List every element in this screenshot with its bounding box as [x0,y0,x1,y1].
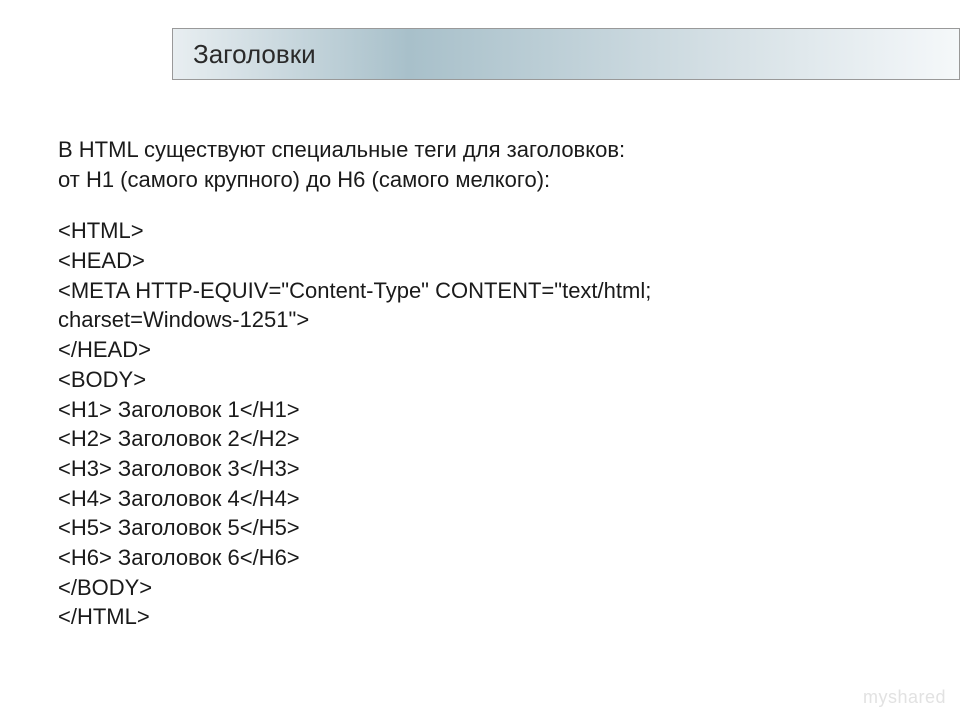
code-line-3: <META HTTP-EQUIV="Content-Type" CONTENT=… [58,276,920,306]
code-line-12: <H6> Заголовок 6</H6> [58,543,920,573]
watermark: myshared [863,687,946,708]
code-line-5: </HEAD> [58,335,920,365]
code-line-8: <H2> Заголовок 2</H2> [58,424,920,454]
code-line-13: </BODY> [58,573,920,603]
intro-line-1: В HTML существуют специальные теги для з… [58,135,920,165]
code-line-1: <HTML> [58,216,920,246]
code-line-4: charset=Windows-1251"> [58,305,920,335]
code-line-6: <BODY> [58,365,920,395]
code-line-2: <HEAD> [58,246,920,276]
slide-title: Заголовки [193,39,316,70]
code-line-10: <H4> Заголовок 4</H4> [58,484,920,514]
code-line-7: <H1> Заголовок 1</H1> [58,395,920,425]
code-line-11: <H5> Заголовок 5</H5> [58,513,920,543]
intro-line-2: от H1 (самого крупного) до H6 (самого ме… [58,165,920,195]
code-line-9: <H3> Заголовок 3</H3> [58,454,920,484]
spacer [58,194,920,216]
slide-content: В HTML существуют специальные теги для з… [58,135,920,632]
title-bar: Заголовки [172,28,960,80]
code-line-14: </HTML> [58,602,920,632]
